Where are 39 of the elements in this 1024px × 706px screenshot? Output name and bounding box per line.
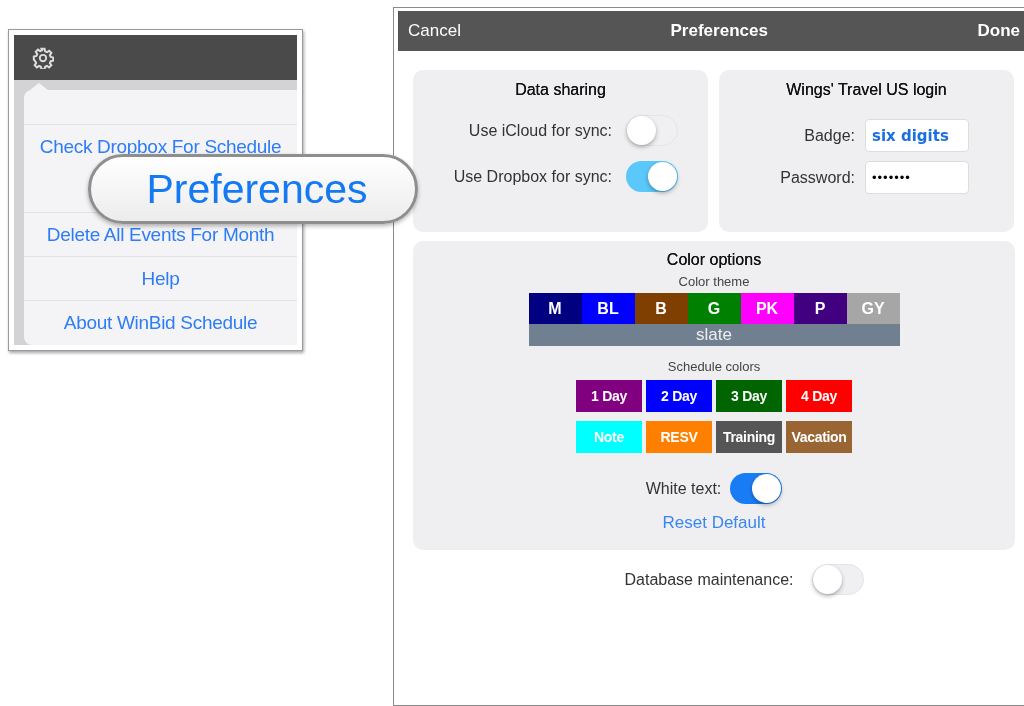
schedule-color-swatch[interactable]: 4 Day [786, 380, 852, 412]
theme-swatch[interactable]: G [687, 293, 741, 324]
schedule-color-swatch[interactable]: 3 Day [716, 380, 782, 412]
menu-item[interactable]: About WinBid Schedule [63, 311, 258, 334]
menu-item[interactable]: Help [141, 267, 180, 290]
password-field[interactable]: ••••••• [865, 161, 969, 194]
theme-swatch[interactable]: P [793, 293, 847, 324]
theme-swatch[interactable]: M [528, 293, 582, 324]
schedule-color-swatch[interactable]: 1 Day [576, 380, 642, 412]
toggle-switch[interactable] [730, 473, 783, 504]
toggle-label: Use Dropbox for sync: [453, 167, 612, 186]
section-heading: Schedule colors [667, 359, 761, 374]
menu-item[interactable]: Delete All Events For Month [46, 223, 275, 246]
theme-swatch[interactable]: PK [740, 293, 794, 324]
reset-default-link[interactable]: Reset Default [662, 513, 766, 533]
nav-title: Preferences [670, 21, 768, 41]
callout-bubble: Preferences [88, 154, 418, 224]
theme-swatch[interactable]: BL [581, 293, 635, 324]
schedule-color-swatch[interactable]: 2 Day [646, 380, 712, 412]
cancel-button[interactable]: Cancel [408, 21, 461, 41]
schedule-color-swatch[interactable]: Vacation [786, 421, 852, 453]
badge-field[interactable]: six digits [865, 119, 969, 152]
toggle-switch[interactable] [811, 564, 864, 595]
field-label: Password: [780, 168, 855, 187]
toggle-label: Use iCloud for sync: [468, 121, 612, 140]
toggle-switch[interactable] [626, 161, 678, 192]
current-theme-bar: slate [528, 324, 900, 346]
theme-swatch[interactable]: B [634, 293, 688, 324]
toggle-switch[interactable] [626, 115, 678, 146]
toggle-label: White text: [645, 479, 722, 498]
section-heading: Color theme [678, 274, 750, 289]
panel-title: Color options [666, 250, 762, 269]
panel-title: Wings' Travel US login [785, 80, 948, 99]
done-button[interactable]: Done [977, 21, 1020, 41]
panel-title: Data sharing [514, 80, 607, 99]
toggle-label: Database maintenance: [624, 570, 794, 589]
schedule-color-swatch[interactable]: Training [716, 421, 782, 453]
field-label: Badge: [804, 126, 855, 145]
settings-icon[interactable] [32, 46, 54, 69]
